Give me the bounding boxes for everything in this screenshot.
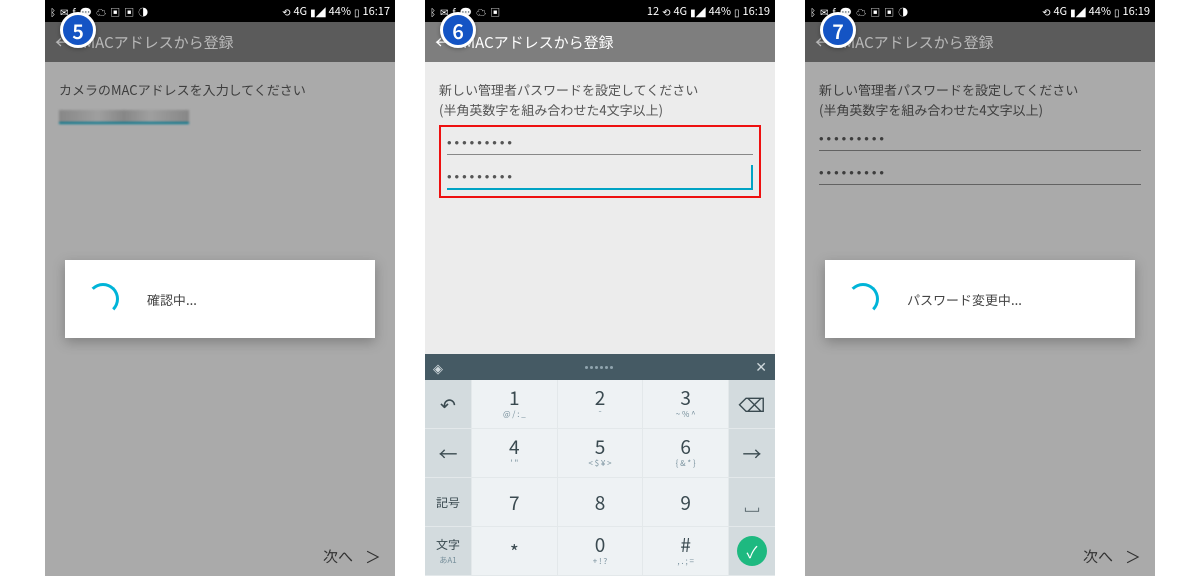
refresh-icon: ⟲ bbox=[662, 4, 670, 19]
clock: 16:19 bbox=[743, 3, 770, 19]
header-title: MACアドレスから登録 bbox=[843, 32, 994, 53]
prompt-text-2: (半角英数字を組み合わせた4文字以上) bbox=[819, 100, 1141, 120]
network-label: 4G bbox=[673, 3, 687, 19]
battery-icon: ▯ bbox=[734, 4, 740, 19]
password-confirm-input[interactable] bbox=[447, 165, 753, 190]
key-right[interactable]: → bbox=[729, 429, 775, 477]
signal-icon: ▮◢ bbox=[310, 4, 326, 19]
app-icon: ◑ bbox=[898, 4, 908, 19]
clock: 16:19 bbox=[1123, 3, 1150, 19]
key-star[interactable]: * bbox=[472, 527, 557, 575]
password-confirm-input[interactable] bbox=[819, 161, 1141, 185]
loading-modal: 確認中... bbox=[65, 260, 375, 338]
key-undo[interactable]: ↶ bbox=[425, 380, 471, 428]
prompt-text-1: 新しい管理者パスワードを設定してください bbox=[439, 80, 761, 100]
key-1[interactable]: 1@ / : _ bbox=[472, 380, 557, 428]
status-bar: ᛒ ✉ f 💬 ☁ ▣ 12 ⟲ 4G ▮◢ 44% ▯ 16:19 bbox=[425, 0, 775, 22]
password-input[interactable] bbox=[819, 127, 1141, 151]
step-badge-6: 6 bbox=[440, 12, 476, 48]
temperature: 12 bbox=[647, 3, 659, 19]
key-space[interactable]: ␣ bbox=[729, 478, 775, 526]
cloud-icon: ☁ bbox=[856, 4, 866, 19]
key-3[interactable]: 3~ % ^ bbox=[643, 380, 728, 428]
screen-5: ᛒ ✉ f 💬 ☁ ▣ ▣ ◑ ⟲ 4G ▮◢ 44% ▯ 16:17 ← MA… bbox=[45, 0, 395, 576]
app-header: ← MACアドレスから登録 bbox=[425, 22, 775, 62]
next-button[interactable]: 次へ bbox=[323, 546, 353, 567]
image-icon-2: ▣ bbox=[124, 4, 134, 19]
key-hash[interactable]: #, . ; = bbox=[643, 527, 728, 575]
image-icon: ▣ bbox=[490, 4, 500, 19]
key-enter[interactable]: ✓ bbox=[729, 527, 775, 575]
screen-6: ᛒ ✉ f 💬 ☁ ▣ 12 ⟲ 4G ▮◢ 44% ▯ 16:19 ← MAC… bbox=[425, 0, 775, 576]
network-label: 4G bbox=[293, 3, 307, 19]
keyboard-close-icon[interactable]: ✕ bbox=[755, 357, 767, 377]
spinner-icon bbox=[87, 283, 119, 315]
image-icon: ▣ bbox=[870, 4, 880, 19]
keyboard-top-bar: ◈ ✕ bbox=[425, 354, 775, 380]
bottom-bar: 次へ ＞ bbox=[805, 536, 1155, 576]
modal-text: パスワード変更中... bbox=[907, 290, 1022, 309]
soft-keyboard[interactable]: ◈ ✕ ↶ 1@ / : _ 2¯ 3~ % ^ ⌫ ← 4' " 5< $ ¥… bbox=[425, 354, 775, 576]
image-icon-2: ▣ bbox=[884, 4, 894, 19]
prompt-text-1: 新しい管理者パスワードを設定してください bbox=[819, 80, 1141, 100]
status-bar: ᛒ ✉ f 💬 ☁ ▣ ▣ ◑ ⟲ 4G ▮◢ 44% ▯ 16:19 bbox=[805, 0, 1155, 22]
prompt-text: カメラのMACアドレスを入力してください bbox=[59, 80, 381, 100]
signal-icon: ▮◢ bbox=[690, 4, 706, 19]
mac-address-input[interactable] bbox=[59, 110, 189, 124]
password-fields-highlight bbox=[439, 125, 761, 198]
image-icon: ▣ bbox=[110, 4, 120, 19]
refresh-icon: ⟲ bbox=[282, 4, 290, 19]
cloud-icon: ☁ bbox=[476, 4, 486, 19]
header-title: MACアドレスから登録 bbox=[463, 32, 614, 53]
key-6[interactable]: 6{ & * } bbox=[643, 429, 728, 477]
next-chevron-icon[interactable]: ＞ bbox=[365, 544, 381, 568]
battery-pct: 44% bbox=[1089, 3, 1111, 19]
signal-icon: ▮◢ bbox=[1070, 4, 1086, 19]
network-label: 4G bbox=[1053, 3, 1067, 19]
screen-7: ᛒ ✉ f 💬 ☁ ▣ ▣ ◑ ⟲ 4G ▮◢ 44% ▯ 16:19 ← MA… bbox=[805, 0, 1155, 576]
header-title: MACアドレスから登録 bbox=[83, 32, 234, 53]
bluetooth-icon: ᛒ bbox=[810, 4, 816, 19]
bottom-bar: 次へ ＞ bbox=[45, 536, 395, 576]
app-header: ← MACアドレスから登録 bbox=[45, 22, 395, 62]
key-mode[interactable]: 文字あA1 bbox=[425, 527, 471, 575]
key-4[interactable]: 4' " bbox=[472, 429, 557, 477]
next-chevron-icon[interactable]: ＞ bbox=[1125, 544, 1141, 568]
keyboard-drag-dots bbox=[585, 366, 613, 369]
key-5[interactable]: 5< $ ¥ > bbox=[558, 429, 643, 477]
status-bar: ᛒ ✉ f 💬 ☁ ▣ ▣ ◑ ⟲ 4G ▮◢ 44% ▯ 16:17 bbox=[45, 0, 395, 22]
refresh-icon: ⟲ bbox=[1042, 4, 1050, 19]
step-badge-7: 7 bbox=[820, 12, 856, 48]
modal-text: 確認中... bbox=[147, 290, 197, 309]
check-icon: ✓ bbox=[737, 536, 767, 566]
key-2[interactable]: 2¯ bbox=[558, 380, 643, 428]
cloud-icon: ☁ bbox=[96, 4, 106, 19]
app-header: ← MACアドレスから登録 bbox=[805, 22, 1155, 62]
password-input[interactable] bbox=[447, 131, 753, 155]
battery-icon: ▯ bbox=[354, 4, 360, 19]
battery-pct: 44% bbox=[329, 3, 351, 19]
key-9[interactable]: 9 bbox=[643, 478, 728, 526]
key-symbols[interactable]: 記号 bbox=[425, 478, 471, 526]
keyboard-menu-icon[interactable]: ◈ bbox=[433, 358, 443, 377]
key-8[interactable]: 8 bbox=[558, 478, 643, 526]
prompt-text-2: (半角英数字を組み合わせた4文字以上) bbox=[439, 100, 761, 120]
next-button[interactable]: 次へ bbox=[1083, 546, 1113, 567]
key-7[interactable]: 7 bbox=[472, 478, 557, 526]
spinner-icon bbox=[847, 283, 879, 315]
loading-modal: パスワード変更中... bbox=[825, 260, 1135, 338]
battery-pct: 44% bbox=[709, 3, 731, 19]
bluetooth-icon: ᛒ bbox=[430, 4, 436, 19]
key-0[interactable]: 0+ ! ? bbox=[558, 527, 643, 575]
app-icon: ◑ bbox=[138, 4, 148, 19]
step-badge-5: 5 bbox=[60, 12, 96, 48]
bluetooth-icon: ᛒ bbox=[50, 4, 56, 19]
key-left[interactable]: ← bbox=[425, 429, 471, 477]
battery-icon: ▯ bbox=[1114, 4, 1120, 19]
clock: 16:17 bbox=[363, 3, 390, 19]
key-backspace[interactable]: ⌫ bbox=[729, 380, 775, 428]
